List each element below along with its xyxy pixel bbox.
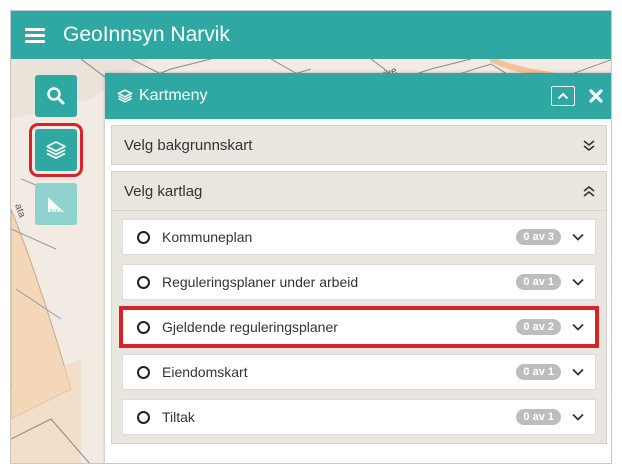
layer-label: Kommuneplan	[162, 229, 253, 245]
double-chevron-up-icon	[583, 185, 595, 197]
collapse-panel-button[interactable]	[551, 86, 575, 106]
hamburger-icon[interactable]	[25, 25, 45, 46]
expand-layer-button[interactable]	[571, 277, 585, 287]
map-menu-panel: Kartmeny Velg bakgrunnskart Velg kartlag…	[105, 73, 611, 463]
expand-layer-button[interactable]	[571, 367, 585, 377]
section-map-layers[interactable]: Velg kartlag	[111, 171, 607, 211]
layers-button[interactable]	[29, 123, 83, 177]
search-button[interactable]	[35, 75, 77, 117]
chevron-down-icon	[572, 278, 584, 286]
expand-layer-button[interactable]	[571, 412, 585, 422]
count-badge: 0 av 1	[516, 409, 561, 425]
layers-icon	[117, 89, 133, 103]
count-badge: 0 av 3	[516, 229, 561, 245]
section-background-map[interactable]: Velg bakgrunnskart	[111, 125, 607, 165]
search-icon	[47, 87, 65, 105]
radio-button[interactable]	[137, 275, 150, 289]
layer-item-tiltak[interactable]: Tiltak 0 av 1	[122, 399, 596, 435]
panel-title: Kartmeny	[139, 87, 208, 104]
close-panel-button[interactable]	[589, 89, 603, 103]
radio-button[interactable]	[137, 320, 150, 334]
expand-layer-button[interactable]	[571, 322, 585, 332]
count-badge: 0 av 1	[516, 274, 561, 290]
layer-item-kommuneplan[interactable]: Kommuneplan 0 av 3	[122, 219, 596, 255]
panel-header: Kartmeny	[105, 73, 611, 119]
radio-button[interactable]	[137, 230, 150, 244]
layer-item-eiendomskart[interactable]: Eiendomskart 0 av 1	[122, 354, 596, 390]
app-window: GeoInnsyn Narvik strive ata	[10, 10, 612, 464]
layer-label: Gjeldende reguleringsplaner	[162, 319, 338, 335]
measure-icon	[48, 197, 64, 212]
measure-button[interactable]	[35, 183, 77, 225]
layers-icon	[46, 141, 66, 159]
chevron-up-icon	[557, 92, 569, 100]
chevron-down-icon	[572, 368, 584, 376]
layer-label: Eiendomskart	[162, 364, 248, 380]
double-chevron-down-icon	[583, 140, 595, 152]
chevron-down-icon	[572, 233, 584, 241]
radio-button[interactable]	[137, 410, 150, 424]
close-icon	[589, 89, 603, 103]
chevron-down-icon	[572, 323, 584, 331]
layer-label: Reguleringsplaner under arbeid	[162, 274, 359, 290]
layer-item-gjeldende-reguleringsplaner[interactable]: Gjeldende reguleringsplaner 0 av 2	[119, 306, 599, 348]
layer-item-reguleringsplaner-under-arbeid[interactable]: Reguleringsplaner under arbeid 0 av 1	[122, 264, 596, 300]
layer-list: Kommuneplan 0 av 3 Reguleringsplaner und…	[111, 211, 607, 444]
expand-layer-button[interactable]	[571, 232, 585, 242]
count-badge: 0 av 1	[516, 364, 561, 380]
chevron-down-icon	[572, 413, 584, 421]
panel-body: Velg bakgrunnskart Velg kartlag Kommunep…	[105, 119, 611, 444]
count-badge: 0 av 2	[516, 319, 561, 335]
section-label: Velg bakgrunnskart	[124, 136, 253, 154]
top-bar: GeoInnsyn Narvik	[11, 11, 611, 59]
radio-button[interactable]	[137, 365, 150, 379]
section-label: Velg kartlag	[124, 182, 203, 200]
layer-label: Tiltak	[162, 409, 195, 425]
app-title: GeoInnsyn Narvik	[63, 23, 230, 46]
